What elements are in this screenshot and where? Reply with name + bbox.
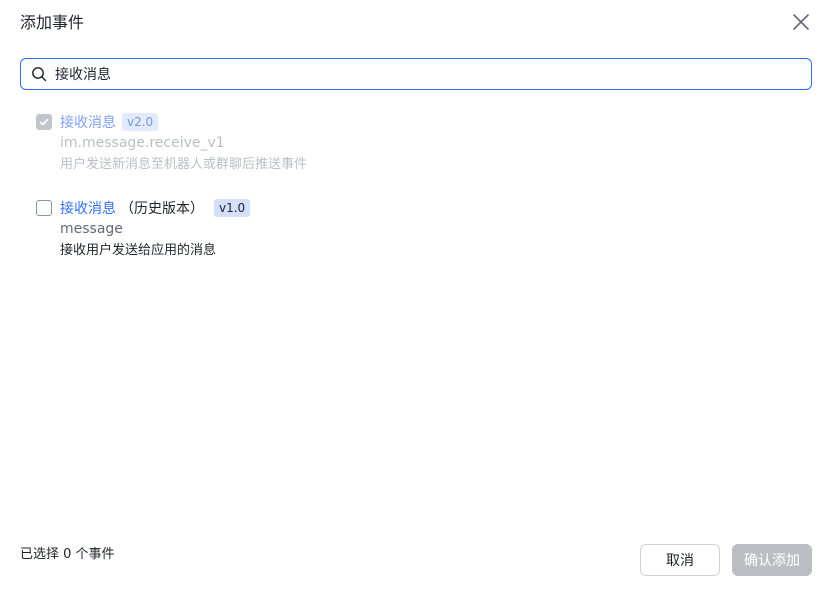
event-key: message — [60, 221, 123, 237]
event-item: 接收消息 v2.0 im.message.receive_v1 用户发送新消息至… — [36, 112, 307, 176]
selected-count: 已选择 0 个事件 — [20, 547, 115, 562]
event-description: 接收用户发送给应用的消息 — [60, 243, 217, 258]
event-name: 接收消息 — [60, 115, 116, 131]
search-input[interactable] — [55, 66, 755, 82]
version-badge: v2.0 — [122, 113, 159, 131]
event-item: 接收消息 （历史版本） v1.0 message 接收用户发送给应用的消息 — [36, 198, 251, 262]
event-name-suffix: （历史版本） — [120, 201, 204, 217]
check-icon — [39, 118, 49, 126]
event-name[interactable]: 接收消息 — [60, 198, 116, 218]
version-badge: v1.0 — [214, 199, 251, 217]
cancel-button[interactable]: 取消 — [640, 544, 720, 576]
close-icon[interactable] — [790, 11, 812, 33]
search-icon — [32, 67, 47, 82]
event-key: im.message.receive_v1 — [60, 135, 225, 151]
event-checkbox[interactable] — [36, 200, 52, 216]
dialog-title: 添加事件 — [20, 13, 85, 32]
event-description: 用户发送新消息至机器人或群聊后推送事件 — [60, 157, 308, 172]
confirm-add-button[interactable]: 确认添加 — [732, 544, 812, 576]
event-checkbox[interactable] — [36, 114, 52, 130]
search-box[interactable] — [20, 58, 812, 90]
